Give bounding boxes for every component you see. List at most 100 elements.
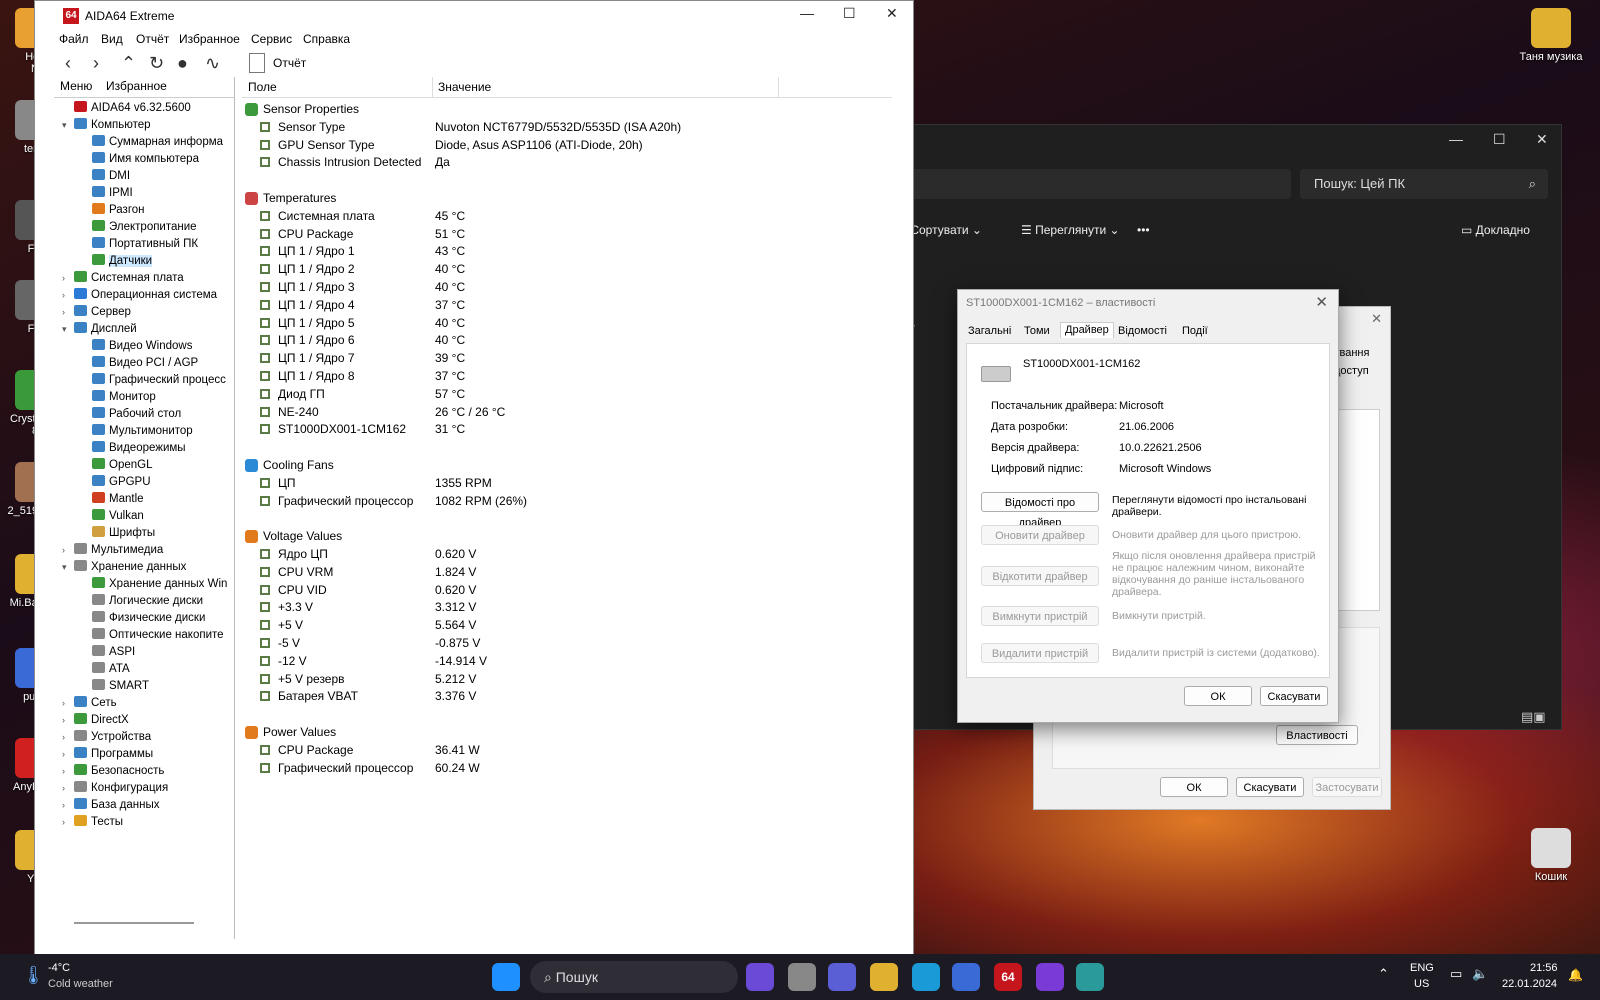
apply-button[interactable]: Застосувати — [1312, 777, 1382, 797]
ok-button[interactable]: ОК — [1184, 686, 1252, 706]
weather-temp[interactable]: -4°C — [48, 962, 70, 974]
tree-item[interactable]: Шрифты — [54, 525, 155, 542]
tree-item[interactable]: AIDA64 v6.32.5600 — [54, 100, 191, 117]
chevron-right-icon[interactable]: › — [62, 304, 74, 321]
minimize-icon[interactable]: — — [1449, 131, 1463, 147]
aida64-taskbar-icon[interactable]: 64 — [994, 963, 1022, 991]
rollback-driver-button[interactable]: Відкотити драйвер — [981, 566, 1099, 586]
chevron-right-icon[interactable]: › — [62, 746, 74, 763]
chevron-right-icon[interactable]: › — [62, 814, 74, 831]
refresh-icon[interactable]: ↻ — [149, 53, 164, 74]
view-toggle-icon[interactable]: ▤▣ — [1521, 709, 1546, 725]
tree-item[interactable]: Mantle — [54, 491, 144, 508]
tree-item[interactable]: Графический процесс — [54, 372, 226, 389]
tree-item[interactable]: Хранение данных Win — [54, 576, 227, 593]
close-icon[interactable]: ✕ — [1315, 293, 1328, 311]
tree-item[interactable]: › Программы — [54, 746, 153, 763]
horizontal-scrollbar[interactable] — [74, 922, 194, 924]
details-button[interactable]: ▭ Докладно — [1461, 223, 1530, 237]
tab-volumes[interactable]: Томи — [1022, 325, 1052, 337]
tree-item[interactable]: › Сервер — [54, 304, 131, 321]
language-region[interactable]: US — [1414, 978, 1429, 990]
menu-file[interactable]: Файл — [59, 32, 89, 46]
tree-item[interactable]: Монитор — [54, 389, 156, 406]
start-icon[interactable] — [492, 963, 520, 991]
properties-button[interactable]: Властивості — [1276, 725, 1358, 745]
tree-item[interactable]: Разгон — [54, 202, 145, 219]
chevron-right-icon[interactable]: › — [62, 270, 74, 287]
driver-properties-dialog[interactable]: ST1000DX001-1CM162 – властивості ✕ Загал… — [957, 289, 1339, 723]
tree-item[interactable]: Видеорежимы — [54, 440, 186, 457]
tree-item[interactable]: DMI — [54, 168, 130, 185]
tree-item[interactable]: Портативный ПК — [54, 236, 198, 253]
chevron-down-icon[interactable]: ▾ — [62, 117, 74, 134]
chevron-right-icon[interactable]: › — [62, 712, 74, 729]
cancel-button[interactable]: Скасувати — [1236, 777, 1304, 797]
tree-item[interactable]: ▾ Хранение данных — [54, 559, 186, 576]
chart-icon[interactable]: ∿ — [205, 53, 220, 74]
tree-item[interactable]: ▾ Дисплей — [54, 321, 137, 338]
column-field[interactable]: Поле — [248, 77, 277, 97]
driver-details-button[interactable]: Відомості про драйвер — [981, 492, 1099, 529]
address-bar[interactable] — [901, 169, 1291, 199]
app-icon[interactable] — [1036, 963, 1064, 991]
tree-item[interactable]: ▾ Компьютер — [54, 117, 151, 134]
network-icon[interactable]: ▭ — [1450, 966, 1462, 982]
chevron-right-icon[interactable]: › — [62, 542, 74, 559]
tree-item[interactable]: › DirectX — [54, 712, 129, 729]
tab-menu[interactable]: Меню — [60, 79, 92, 93]
clock-time[interactable]: 21:56 — [1530, 962, 1558, 974]
cancel-button[interactable]: Скасувати — [1260, 686, 1328, 706]
chevron-right-icon[interactable]: › — [62, 695, 74, 712]
volume-icon[interactable]: 🔈 — [1472, 966, 1488, 982]
tree-item[interactable]: › Мультимедиа — [54, 542, 163, 559]
forward-icon[interactable]: › — [93, 53, 99, 74]
tab-details[interactable]: Відомості — [1116, 325, 1169, 337]
search-input[interactable]: Пошук: Цей ПК ⌕ — [1300, 169, 1548, 199]
tree-item[interactable]: ASPI — [54, 644, 135, 661]
disable-device-button[interactable]: Вимкнути пристрій — [981, 606, 1099, 626]
menu-favorites[interactable]: Избранное — [179, 32, 240, 46]
close-icon[interactable]: ✕ — [1371, 311, 1382, 327]
store-icon[interactable] — [952, 963, 980, 991]
update-driver-button[interactable]: Оновити драйвер — [981, 525, 1099, 545]
tree-item[interactable]: Видео Windows — [54, 338, 192, 355]
back-icon[interactable]: ‹ — [65, 53, 71, 74]
copilot-icon[interactable] — [746, 963, 774, 991]
tree-item[interactable]: Vulkan — [54, 508, 144, 525]
more-button[interactable]: ••• — [1137, 223, 1150, 237]
task-view-icon[interactable] — [788, 963, 816, 991]
menu-report[interactable]: Отчёт — [136, 32, 169, 46]
chevron-down-icon[interactable]: ▾ — [62, 559, 74, 576]
tab-driver[interactable]: Драйвер — [1060, 322, 1114, 338]
tree-item[interactable]: GPGPU — [54, 474, 151, 491]
menu-service[interactable]: Сервис — [251, 32, 292, 46]
clock-date[interactable]: 22.01.2024 — [1502, 978, 1557, 990]
ok-button[interactable]: ОК — [1160, 777, 1228, 797]
tree-item[interactable]: Рабочий стол — [54, 406, 181, 423]
thermometer-icon[interactable]: 🌡 — [22, 965, 45, 986]
tree-item[interactable]: SMART — [54, 678, 149, 695]
maximize-icon[interactable]: ☐ — [1493, 131, 1506, 148]
tab-events[interactable]: Події — [1180, 325, 1210, 337]
teams-icon[interactable] — [828, 963, 856, 991]
close-icon[interactable]: ✕ — [1536, 131, 1548, 148]
tab-general[interactable]: Загальні — [966, 325, 1013, 337]
close-icon[interactable]: ✕ — [886, 5, 898, 22]
chevron-right-icon[interactable]: › — [62, 763, 74, 780]
tree-item[interactable]: › Системная плата — [54, 270, 184, 287]
column-value[interactable]: Значение — [438, 77, 491, 97]
tree-item[interactable]: Датчики — [54, 253, 153, 270]
app-icon[interactable] — [1076, 963, 1104, 991]
tree-item[interactable]: › Конфигурация — [54, 780, 168, 797]
chevron-right-icon[interactable]: › — [62, 797, 74, 814]
tree-item[interactable]: Физические диски — [54, 610, 205, 627]
taskbar-search[interactable]: ⌕ Пошук — [530, 961, 738, 993]
desktop-icon[interactable]: Кошик — [1516, 828, 1586, 883]
bell-icon[interactable]: 🔔 — [1568, 968, 1583, 982]
tree-item[interactable]: Суммарная информа — [54, 134, 223, 151]
tree-item[interactable]: IPMI — [54, 185, 133, 202]
chevron-right-icon[interactable]: › — [62, 729, 74, 746]
tree-item[interactable]: Оптические накопите — [54, 627, 224, 644]
user-icon[interactable]: ● — [177, 53, 188, 74]
